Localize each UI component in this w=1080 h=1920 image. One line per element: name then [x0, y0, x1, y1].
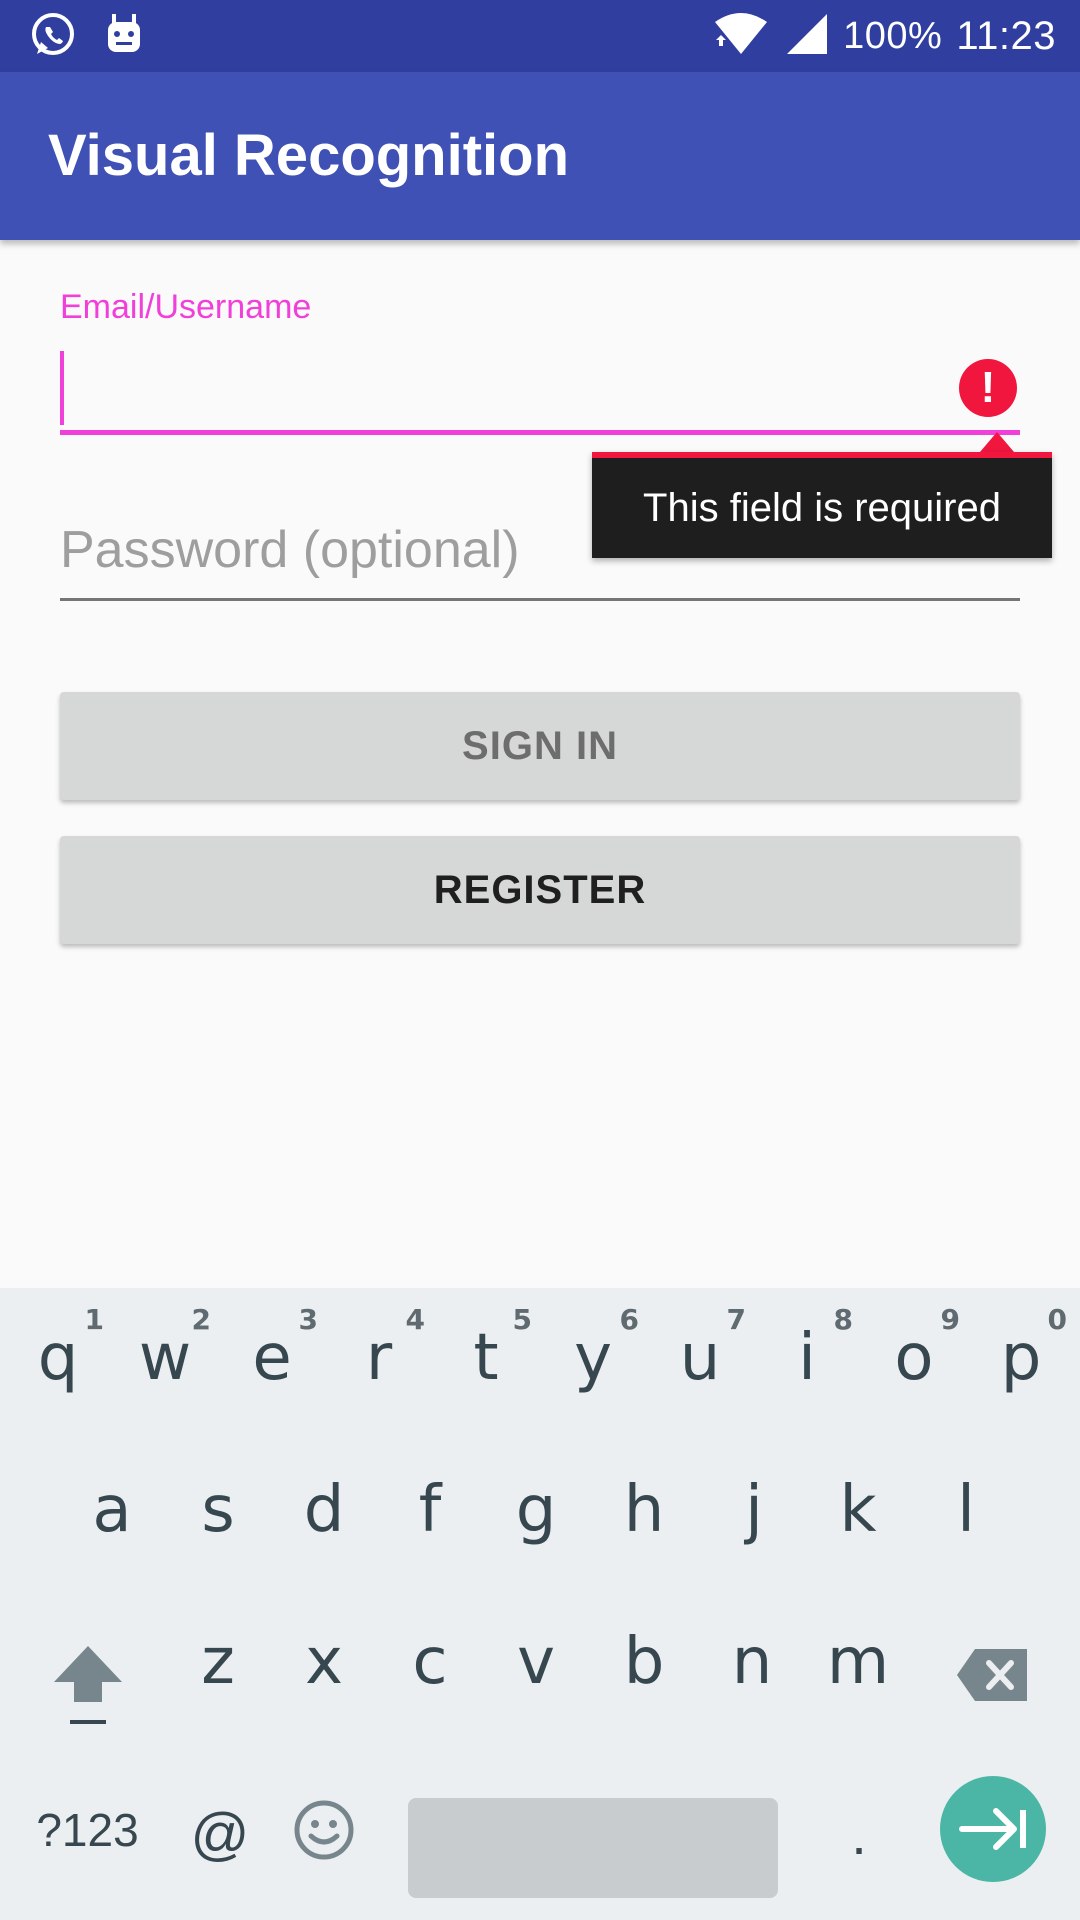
key-i[interactable]: i8 — [753, 1288, 861, 1428]
key-w[interactable]: w2 — [111, 1288, 219, 1428]
key-g[interactable]: g — [482, 1440, 590, 1580]
key-n[interactable]: n — [698, 1592, 806, 1732]
at-key[interactable]: @ — [180, 1800, 260, 1870]
password-placeholder: Password (optional) — [60, 521, 520, 579]
sign-in-button[interactable]: SIGN IN — [60, 692, 1020, 800]
key-u[interactable]: u7 — [646, 1288, 754, 1428]
key-j[interactable]: j — [700, 1440, 808, 1580]
keyboard-row-3: z x c v b n m — [0, 1592, 1080, 1732]
emoji-icon — [294, 1800, 354, 1860]
password-field[interactable]: Password (optional) — [60, 510, 1020, 602]
app-title: Visual Recognition — [48, 123, 570, 188]
symbols-key[interactable]: ?123 — [30, 1800, 145, 1860]
keyboard-row-1: q1 w2 e3 r4 t5 y6 u7 i8 o9 p0 — [0, 1288, 1080, 1428]
email-field[interactable]: ! — [60, 345, 1020, 435]
register-button[interactable]: REGISTER — [60, 836, 1020, 944]
key-m[interactable]: m — [804, 1592, 912, 1732]
key-x[interactable]: x — [270, 1592, 378, 1732]
text-cursor — [60, 351, 64, 425]
email-label: Email/Username — [60, 288, 312, 326]
key-h[interactable]: h — [590, 1440, 698, 1580]
key-d[interactable]: d — [270, 1440, 378, 1580]
key-c[interactable]: c — [376, 1592, 484, 1732]
spacebar[interactable] — [408, 1798, 778, 1898]
battery-percent: 100% — [843, 14, 943, 57]
error-icon[interactable]: ! — [959, 359, 1017, 417]
key-t[interactable]: t5 — [432, 1288, 540, 1428]
key-a[interactable]: a — [58, 1440, 166, 1580]
key-z[interactable]: z — [164, 1592, 272, 1732]
tooltip-arrow — [980, 432, 1014, 452]
notification-icons — [28, 10, 144, 65]
key-r[interactable]: r4 — [325, 1288, 433, 1428]
android-icon — [104, 12, 144, 63]
key-f[interactable]: f — [376, 1440, 484, 1580]
wifi-icon — [713, 12, 769, 61]
shift-icon — [54, 1646, 122, 1724]
password-underline — [60, 598, 1020, 601]
next-field-key[interactable] — [940, 1776, 1046, 1882]
key-e[interactable]: e3 — [218, 1288, 326, 1428]
cellular-signal-icon — [783, 12, 829, 61]
key-k[interactable]: k — [804, 1440, 912, 1580]
emoji-key[interactable] — [292, 1798, 356, 1862]
key-p[interactable]: p0 — [967, 1288, 1075, 1428]
keyboard-row-2: a s d f g h j k l — [0, 1440, 1080, 1580]
shift-key[interactable] — [50, 1640, 126, 1730]
key-b[interactable]: b — [590, 1592, 698, 1732]
key-s[interactable]: s — [164, 1440, 272, 1580]
key-o[interactable]: o9 — [860, 1288, 968, 1428]
app-bar: Visual Recognition — [0, 72, 1080, 240]
key-y[interactable]: y6 — [539, 1288, 647, 1428]
status-bar: 100% 11:23 — [0, 0, 1080, 72]
email-underline — [60, 430, 1020, 435]
backspace-icon — [957, 1649, 1027, 1701]
whatsapp-icon — [28, 10, 78, 65]
key-l[interactable]: l — [912, 1440, 1020, 1580]
system-icons: 100% 11:23 — [713, 0, 1056, 72]
clock: 11:23 — [956, 13, 1056, 58]
next-field-icon — [959, 1808, 1026, 1850]
key-q[interactable]: q1 — [4, 1288, 112, 1428]
key-v[interactable]: v — [482, 1592, 590, 1732]
period-key[interactable]: . — [834, 1800, 884, 1870]
backspace-key[interactable] — [955, 1645, 1031, 1705]
